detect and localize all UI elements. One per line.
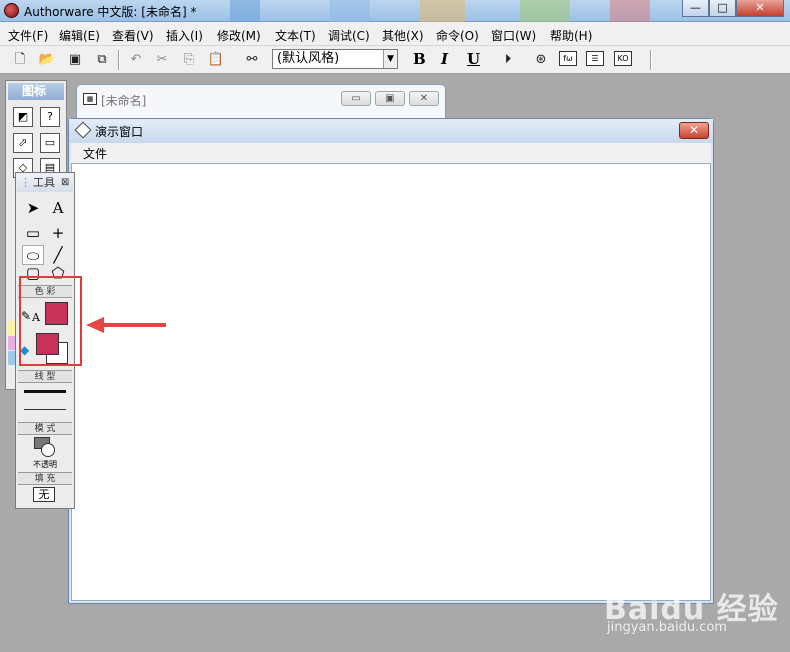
line-section-label: 线 型 [18, 370, 72, 383]
toolbar-separator [118, 50, 120, 70]
knowledge-objects-icon[interactable]: KO [614, 51, 632, 66]
underline-button[interactable]: U [467, 50, 480, 68]
presentation-window-title: 演示窗口 [95, 125, 144, 139]
presentation-canvas[interactable] [71, 163, 711, 601]
pointer-tool-icon[interactable]: ➤ [22, 198, 44, 218]
presentation-window: 演示窗口 ✕ 文件 [68, 118, 714, 604]
desktop-decoration [520, 0, 570, 22]
icon-palette-header[interactable]: 图标 [8, 83, 64, 100]
ellipse-tool-icon[interactable]: ⬭ [22, 245, 44, 265]
flowline-window-icon: ▦ [83, 93, 97, 105]
rectangle-tool-icon[interactable]: ▭ [22, 223, 44, 243]
flowline-close-button[interactable]: ✕ [409, 91, 439, 106]
presentation-close-button[interactable]: ✕ [679, 122, 709, 139]
app-title-bar: Authorware 中文版: [未命名] * — □ ✕ [0, 0, 790, 22]
menu-debug[interactable]: 调试(C) [328, 27, 370, 44]
new-file-icon[interactable]: 🗋 [10, 50, 30, 70]
presentation-window-titlebar[interactable]: 演示窗口 ✕ [69, 119, 713, 143]
italic-button[interactable]: I [441, 50, 448, 68]
flowline-window-title: [未命名] [101, 94, 147, 108]
menu-insert[interactable]: 插入(I) [166, 27, 203, 44]
presentation-window-icon [74, 121, 92, 139]
minimize-button[interactable]: — [682, 0, 709, 17]
desktop-decoration [230, 0, 260, 22]
line-tool-icon[interactable]: ╱ [47, 245, 69, 265]
desktop-decoration [610, 0, 650, 22]
desktop-decoration [330, 0, 370, 22]
menu-other[interactable]: 其他(X) [382, 27, 424, 44]
functions-icon[interactable]: fω [559, 51, 577, 66]
display-icon[interactable]: ◩ [13, 107, 33, 127]
baidu-watermark-url: jingyan.baidu.com [607, 620, 727, 635]
close-button[interactable]: ✕ [736, 0, 784, 17]
tools-panel-header[interactable]: ⋮ 工具 ⊠ [17, 174, 73, 192]
highlight-annotation-box [19, 276, 82, 366]
run-restart-icon[interactable]: ⏵ [498, 50, 518, 70]
icon-palette-title: 图标 [22, 84, 47, 98]
tools-panel-title: 工具 [33, 176, 55, 189]
menu-window[interactable]: 窗口(W) [491, 27, 536, 44]
mode-label: 不透明 [33, 460, 57, 469]
menu-file[interactable]: 文件(F) [8, 27, 48, 44]
annotation-arrow-icon [86, 317, 104, 333]
menu-help[interactable]: 帮助(H) [550, 27, 592, 44]
line-style-thick[interactable] [24, 390, 66, 393]
find-icon[interactable]: ⚯ [242, 50, 262, 70]
wait-icon[interactable]: ▭ [40, 133, 60, 153]
close-icon[interactable]: ⊠ [61, 174, 69, 192]
fill-section-label: 填 充 [18, 472, 72, 485]
bold-button[interactable]: B [413, 50, 426, 68]
paste-icon[interactable]: 📋 [206, 50, 226, 70]
copy-icon[interactable]: ⎘ [179, 50, 199, 70]
undo-icon[interactable]: ↶ [126, 50, 146, 70]
app-title: Authorware 中文版: [未命名] * [24, 5, 197, 19]
menu-commands[interactable]: 命令(O) [436, 27, 479, 44]
mode-section-label: 模 式 [18, 422, 72, 435]
motion-icon[interactable]: ? [40, 107, 60, 127]
erase-icon[interactable]: ⬀ [13, 133, 33, 153]
authorware-app-icon[interactable] [4, 3, 19, 18]
variables-icon[interactable]: ☰ [586, 51, 604, 66]
toolbar-separator [650, 50, 652, 70]
menu-modify[interactable]: 修改(M) [217, 27, 261, 44]
control-panel-icon[interactable]: ⊛ [531, 50, 551, 70]
text-style-select[interactable]: (默认风格) ▼ [272, 49, 398, 69]
grip-icon: ⋮ [20, 176, 31, 189]
maximize-button[interactable]: □ [709, 0, 736, 17]
open-folder-icon[interactable]: 📂 [37, 50, 57, 70]
menu-text[interactable]: 文本(T) [275, 27, 316, 44]
line-style-thin[interactable] [24, 409, 66, 410]
crosshair-tool-icon[interactable]: + [47, 223, 69, 243]
presentation-menu-file[interactable]: 文件 [83, 145, 107, 162]
chevron-down-icon[interactable]: ▼ [383, 50, 397, 68]
text-tool[interactable]: A [47, 198, 69, 218]
import-icon[interactable]: ⧉ [92, 50, 112, 70]
main-menu-bar: 文件(F) 编辑(E) 查看(V) 插入(I) 修改(M) 文本(T) 调试(C… [0, 22, 790, 46]
flowline-restore-button[interactable]: ▣ [375, 91, 405, 106]
annotation-arrow-shaft [102, 323, 166, 327]
menu-view[interactable]: 查看(V) [112, 27, 154, 44]
fill-value[interactable]: 无 [33, 487, 55, 502]
menu-edit[interactable]: 编辑(E) [59, 27, 100, 44]
mode-circle-icon[interactable] [41, 443, 55, 457]
flowline-minimize-button[interactable]: ▭ [341, 91, 371, 106]
text-style-value: (默认风格) [277, 51, 340, 66]
presentation-menu-bar: 文件 [71, 143, 711, 163]
cut-icon[interactable]: ✂ [152, 50, 172, 70]
desktop-decoration [420, 0, 465, 22]
save-all-icon[interactable]: ▣ [65, 50, 85, 70]
